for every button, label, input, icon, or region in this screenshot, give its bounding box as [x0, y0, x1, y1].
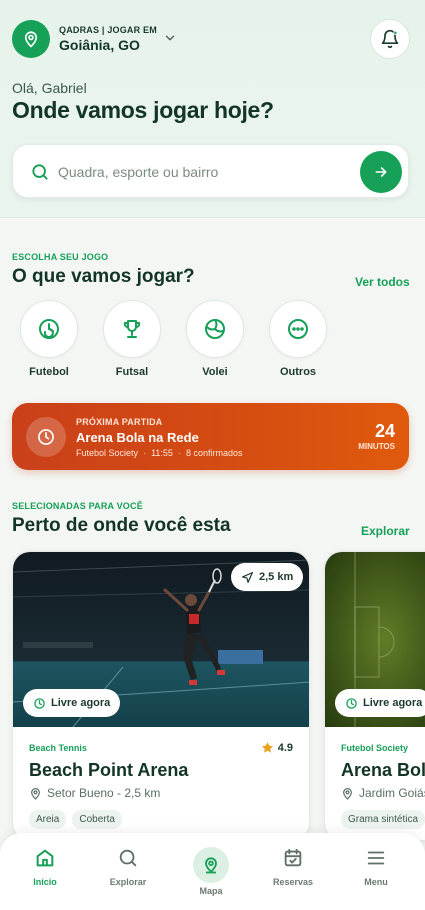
tab-explorar[interactable]: Explorar [93, 847, 163, 887]
tag: Coberta [72, 810, 122, 829]
category-label: Futebol [29, 366, 69, 378]
availability-badge: Livre agora [23, 689, 121, 717]
explore-link[interactable]: Explorar [361, 524, 410, 538]
search-bar [12, 144, 409, 198]
nearby-eyebrow: SELECIONADAS PARA VOCÊ [12, 501, 143, 511]
next-match-time: 11:55 [151, 448, 173, 458]
venue-sport: Beach Tennis [29, 743, 87, 753]
tab-reservas[interactable]: Reservas [258, 847, 328, 887]
menu-icon [367, 851, 385, 865]
category-futsal[interactable]: Futsal [103, 300, 161, 378]
venue-name: Arena Bola na Rede [341, 760, 425, 780]
category-outros[interactable]: Outros [269, 300, 327, 378]
city-selector[interactable]: Goiânia, GO [59, 37, 140, 53]
tab-menu[interactable]: Menu [341, 847, 411, 887]
search-icon [119, 849, 137, 867]
search-icon [30, 162, 50, 187]
category-label: Futsal [115, 366, 149, 378]
location-label: QADRAS | JOGAR EM [59, 25, 157, 35]
home-icon [36, 849, 54, 867]
bottom-tab-bar: Início Explorar Mapa Reservas Menu [0, 833, 425, 910]
page-title: Onde vamos jogar hoje? [12, 97, 274, 123]
next-match-meta: Futebol Society · 11:55 · 8 confirmados [76, 448, 243, 458]
clock-icon [34, 697, 45, 709]
venue-rating: 4.9 [261, 741, 293, 754]
venue-tags: Grama sintética [341, 810, 425, 829]
clock-icon [26, 417, 66, 457]
category-label: Volei [202, 366, 228, 378]
venue-sport: Futebol Society [341, 743, 409, 753]
arrow-right-icon [375, 167, 387, 177]
star-icon [261, 742, 273, 753]
categories-eyebrow: ESCOLHA SEU JOGO [12, 252, 109, 262]
volleyball-icon [205, 319, 225, 339]
location-pin-icon[interactable] [12, 20, 50, 58]
distance-badge: 2,5 km [231, 563, 304, 591]
tag: Areia [29, 810, 67, 829]
notifications-button[interactable] [370, 19, 410, 59]
venue-tags: Areia Coberta [29, 810, 122, 829]
navigation-icon [242, 571, 253, 583]
next-match-confirmed: 8 confirmados [185, 448, 243, 458]
venue-card[interactable]: 2,5 km Livre agora Beach Tennis 4.9 Beac… [12, 551, 310, 841]
location-pin-icon [31, 787, 40, 800]
soccer-icon [39, 319, 59, 339]
tab-mapa[interactable]: Mapa [176, 847, 246, 896]
next-match-title: Arena Bola na Rede [76, 430, 199, 445]
venue-name: Beach Point Arena [29, 760, 189, 780]
chevron-down-icon[interactable] [163, 31, 177, 50]
clock-icon [346, 697, 357, 709]
nearby-title: Perto de onde você esta [12, 515, 231, 536]
category-futebol[interactable]: Futebol [20, 300, 78, 378]
venue-location: Setor Bueno - 2,5 km [29, 786, 160, 800]
more-icon [288, 319, 308, 339]
next-match-sport: Futebol Society [76, 448, 139, 458]
next-match-eyebrow: PRÓXIMA PARTIDA [76, 417, 163, 427]
map-pin-icon [205, 857, 217, 874]
next-match-card[interactable]: PRÓXIMA PARTIDA Arena Bola na Rede Futeb… [12, 403, 409, 470]
venue-card[interactable]: Livre agora Futebol Society Arena Bola n… [324, 551, 425, 841]
top-header-area: QADRAS | JOGAR EM Goiânia, GO Olá, Gabri… [0, 0, 425, 218]
tab-inicio[interactable]: Início [10, 847, 80, 887]
category-volei[interactable]: Volei [186, 300, 244, 378]
search-submit-button[interactable] [360, 151, 402, 193]
countdown-value: 24 [374, 421, 395, 441]
see-all-link[interactable]: Ver todos [355, 275, 410, 289]
location-pin-icon [343, 787, 352, 800]
venue-location: Jardim Goiás [341, 786, 425, 800]
greeting: Olá, Gabriel [12, 80, 87, 96]
calendar-icon [284, 848, 302, 867]
category-label: Outros [279, 366, 317, 378]
tag: Grama sintética [341, 810, 425, 829]
trophy-icon [123, 320, 141, 338]
search-input[interactable] [58, 159, 348, 185]
bell-icon [381, 29, 399, 49]
availability-badge: Livre agora [335, 689, 425, 717]
countdown-unit: MINUTOS [358, 442, 395, 451]
categories-title: O que vamos jogar? [12, 266, 195, 287]
